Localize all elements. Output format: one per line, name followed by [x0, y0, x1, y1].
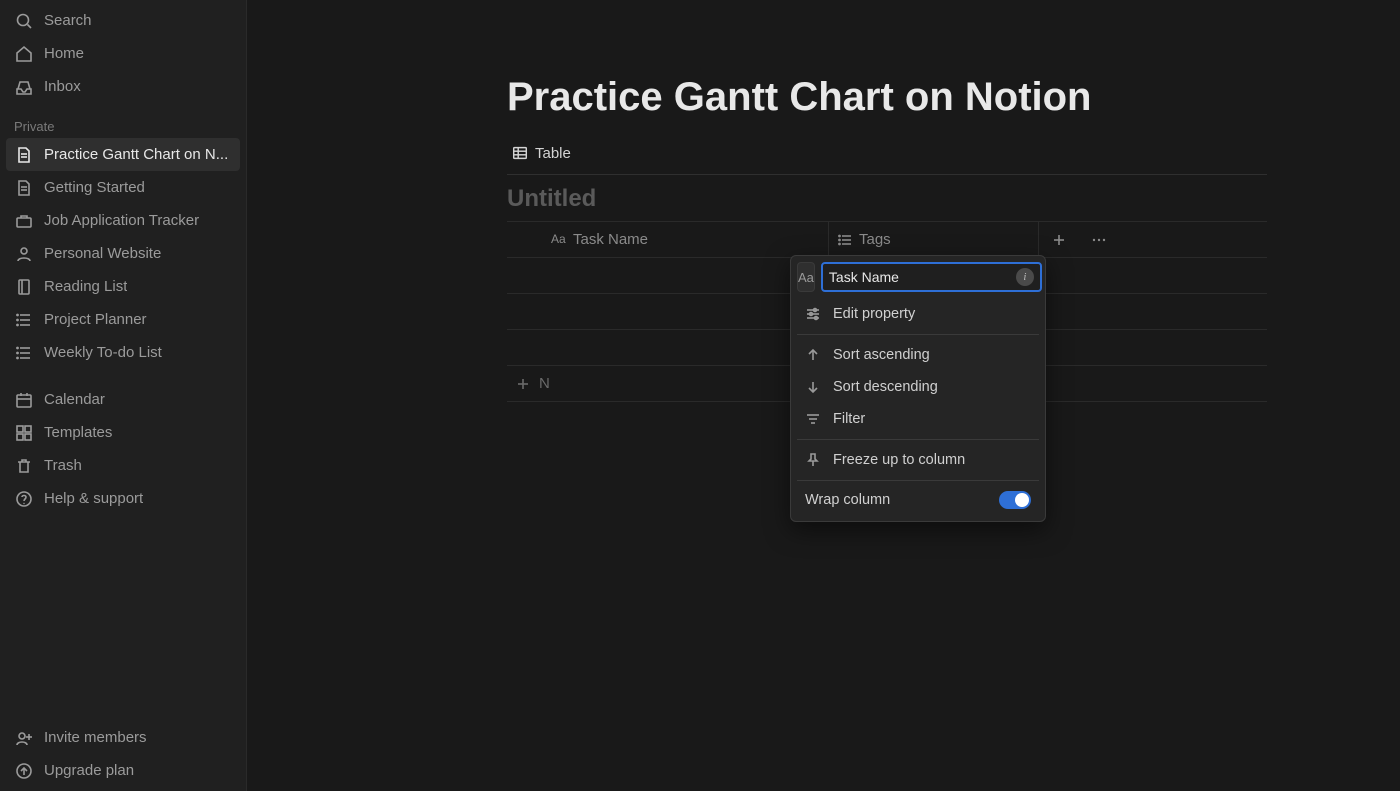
property-name-input[interactable]: [829, 269, 1010, 285]
table-options-button[interactable]: [1079, 222, 1119, 257]
briefcase-icon: [14, 211, 34, 231]
sidebar-item-label: Calendar: [44, 391, 105, 408]
property-name-field-wrap: i: [821, 262, 1042, 292]
sidebar-item-reading-list[interactable]: Reading List: [6, 270, 240, 303]
sidebar-item-label: Search: [44, 12, 92, 29]
sidebar-item-personal-website[interactable]: Personal Website: [6, 237, 240, 270]
sidebar-section-private: Private: [6, 113, 240, 138]
sidebar-item-label: Templates: [44, 424, 112, 441]
filter-icon: [805, 411, 821, 427]
trash-icon: [14, 456, 34, 476]
sidebar-item-label: Getting Started: [44, 179, 145, 196]
invite-icon: [14, 728, 34, 748]
property-type-button[interactable]: Aa: [797, 262, 815, 292]
sidebar-item-label: Weekly To-do List: [44, 344, 162, 361]
calendar-icon: [14, 390, 34, 410]
sidebar-item-label: Help & support: [44, 490, 143, 507]
upgrade-icon: [14, 761, 34, 781]
add-column-button[interactable]: [1039, 222, 1079, 257]
new-row-label: N: [539, 375, 550, 392]
sliders-icon: [805, 306, 821, 322]
row-selector-header: [507, 222, 543, 257]
text-type-icon: Aa: [551, 232, 567, 248]
sidebar-item-inbox[interactable]: Inbox: [6, 70, 240, 103]
main: Practice Gantt Chart on Notion Table Unt…: [247, 0, 1400, 791]
menu-sort-ascending[interactable]: Sort ascending: [797, 339, 1039, 371]
sidebar-item-label: Invite members: [44, 729, 147, 746]
column-header-label: Tags: [859, 231, 891, 248]
column-header-label: Task Name: [573, 231, 648, 248]
list-type-icon: [837, 232, 853, 248]
list-icon: [14, 343, 34, 363]
column-header-task-name[interactable]: Aa Task Name: [543, 222, 829, 257]
sidebar-item-invite-members[interactable]: Invite members: [6, 721, 240, 754]
sidebar-item-getting-started[interactable]: Getting Started: [6, 171, 240, 204]
sidebar-item-label: Project Planner: [44, 311, 147, 328]
arrow-up-icon: [805, 347, 821, 363]
menu-wrap-column: Wrap column: [797, 485, 1039, 515]
sidebar-item-practice-gantt-chart-on-n[interactable]: Practice Gantt Chart on N...: [6, 138, 240, 171]
column-header-tags[interactable]: Tags: [829, 222, 1039, 257]
table-header-row: Aa Task Name Tags: [507, 222, 1267, 258]
sidebar: Search Home Inbox Private Practice Gantt C…: [0, 0, 247, 791]
menu-freeze-column[interactable]: Freeze up to column: [797, 444, 1039, 476]
sidebar-item-label: Practice Gantt Chart on N...: [44, 146, 228, 163]
menu-edit-property[interactable]: Edit property: [797, 298, 1039, 330]
sidebar-item-label: Personal Website: [44, 245, 161, 262]
sidebar-item-job-application-tracker[interactable]: Job Application Tracker: [6, 204, 240, 237]
sidebar-item-trash[interactable]: Trash: [6, 449, 240, 482]
search-icon: [14, 11, 34, 31]
person-icon: [14, 244, 34, 264]
sidebar-item-upgrade-plan[interactable]: Upgrade plan: [6, 754, 240, 787]
page-icon: [14, 145, 34, 165]
text-type-icon: Aa: [798, 270, 814, 285]
menu-sort-descending[interactable]: Sort descending: [797, 371, 1039, 403]
pin-icon: [805, 452, 821, 468]
sidebar-item-label: Reading List: [44, 278, 127, 295]
help-icon: [14, 489, 34, 509]
templates-icon: [14, 423, 34, 443]
sidebar-item-weekly-to-do-list[interactable]: Weekly To-do List: [6, 336, 240, 369]
menu-filter[interactable]: Filter: [797, 403, 1039, 435]
view-tab-table[interactable]: Table: [507, 142, 575, 164]
sidebar-item-templates[interactable]: Templates: [6, 416, 240, 449]
book-icon: [14, 277, 34, 297]
sidebar-item-label: Home: [44, 45, 84, 62]
table-icon: [511, 144, 529, 162]
sidebar-item-search[interactable]: Search: [6, 4, 240, 37]
sidebar-item-label: Job Application Tracker: [44, 212, 199, 229]
wrap-column-toggle[interactable]: [999, 491, 1031, 509]
home-icon: [14, 44, 34, 64]
sidebar-item-label: Upgrade plan: [44, 762, 134, 779]
sidebar-item-project-planner[interactable]: Project Planner: [6, 303, 240, 336]
inbox-icon: [14, 77, 34, 97]
database-title[interactable]: Untitled: [507, 185, 1267, 213]
sidebar-item-label: Trash: [44, 457, 82, 474]
arrow-down-icon: [805, 379, 821, 395]
list-icon: [14, 310, 34, 330]
divider: [507, 174, 1267, 175]
sidebar-item-label: Inbox: [44, 78, 81, 95]
sidebar-item-calendar[interactable]: Calendar: [6, 383, 240, 416]
page-icon: [14, 178, 34, 198]
page-title[interactable]: Practice Gantt Chart on Notion: [507, 75, 1267, 120]
column-context-menu: Aa i Edit property Sort ascending Sort d: [790, 255, 1046, 522]
view-tab-label: Table: [535, 145, 571, 162]
sidebar-item-help-support[interactable]: Help & support: [6, 482, 240, 515]
sidebar-item-home[interactable]: Home: [6, 37, 240, 70]
info-icon[interactable]: i: [1016, 268, 1034, 286]
